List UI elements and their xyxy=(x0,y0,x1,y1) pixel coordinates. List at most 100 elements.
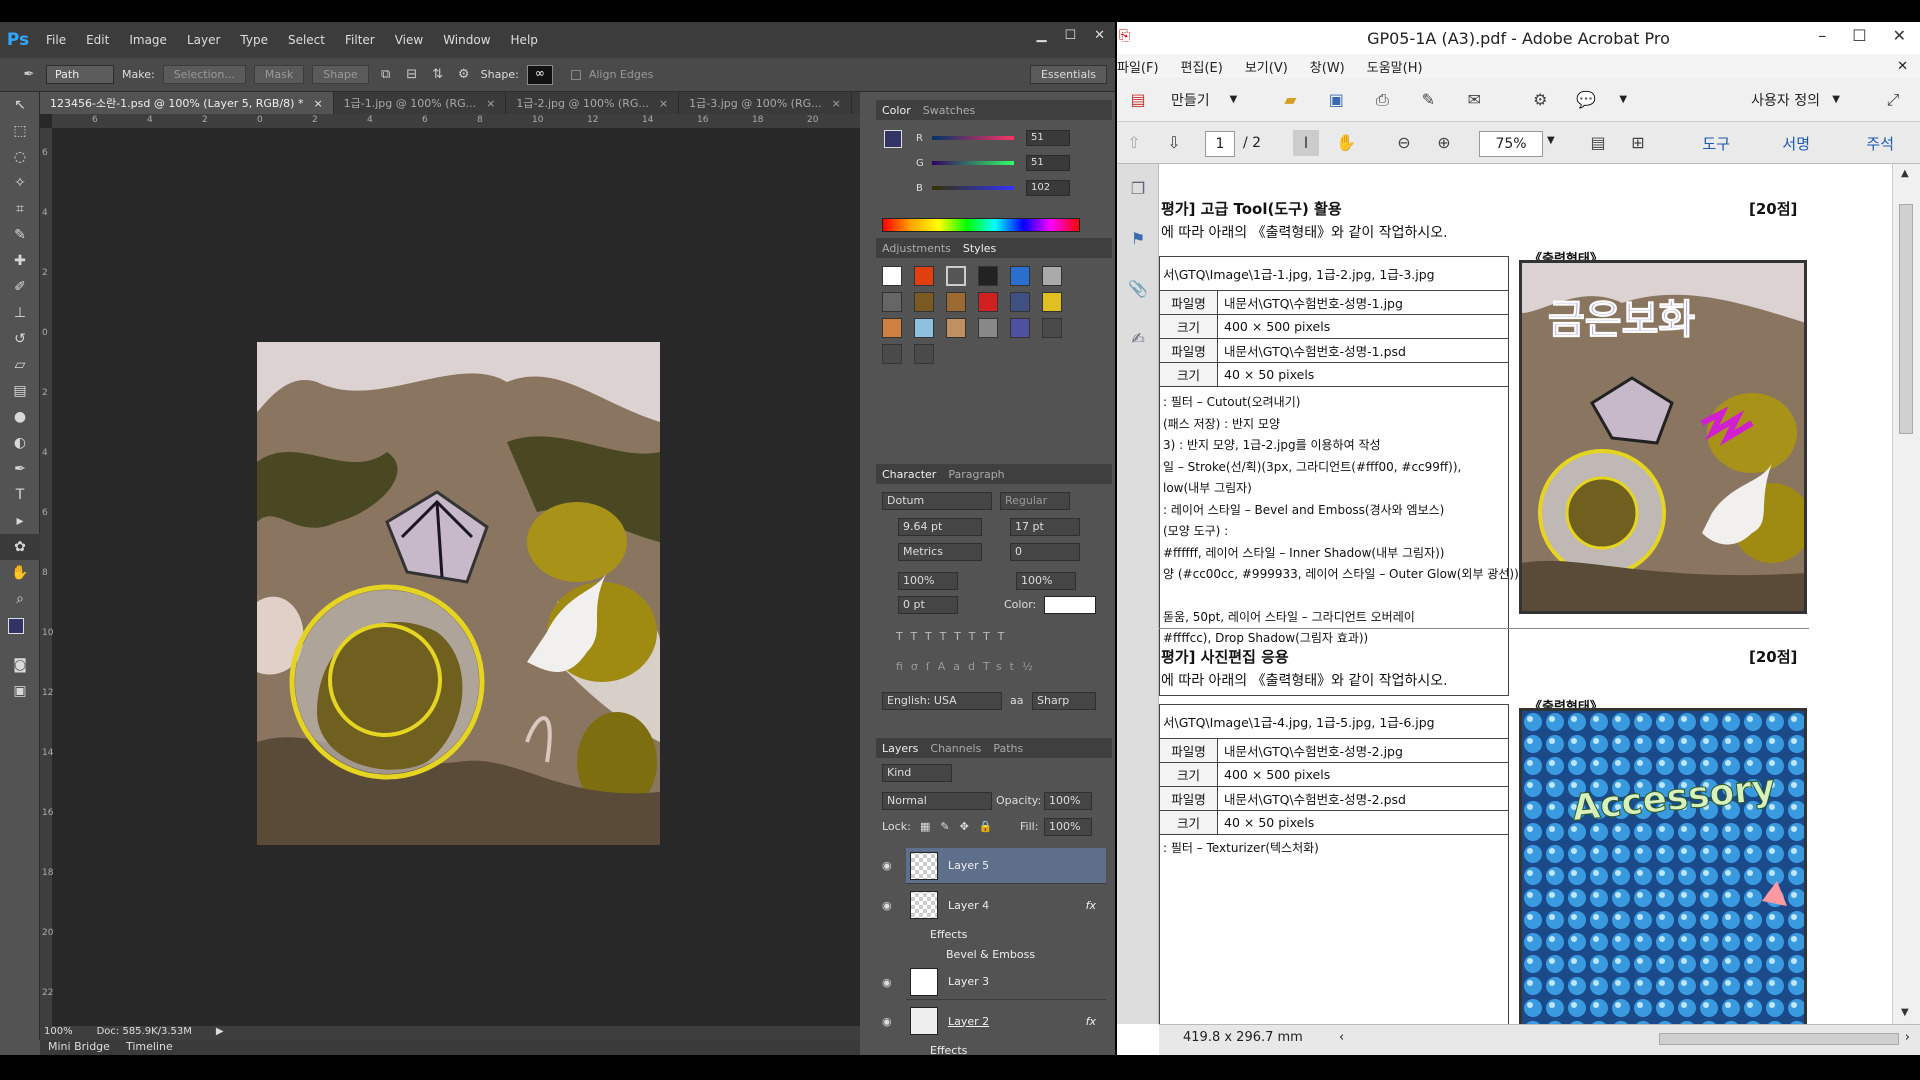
font-family-select[interactable]: Dotum xyxy=(882,492,992,510)
scroll-left-icon[interactable]: ‹ xyxy=(1339,1025,1344,1051)
visibility-eye-icon[interactable]: ◉ xyxy=(882,899,892,912)
bookmarks-icon[interactable]: ⚑ xyxy=(1125,226,1151,252)
adjustments-tab[interactable]: Adjustments xyxy=(882,242,951,255)
maximize-icon[interactable]: ☐ xyxy=(1064,28,1076,43)
quick-mask-icon[interactable]: ◙ xyxy=(0,652,40,678)
chevron-down-icon[interactable]: ▼ xyxy=(1547,135,1555,146)
color-spectrum[interactable] xyxy=(882,218,1080,232)
visibility-eye-icon[interactable]: ◉ xyxy=(882,976,892,989)
layer-row[interactable]: Layer 5 xyxy=(906,848,1106,884)
eraser-tool-icon[interactable]: ▱ xyxy=(0,352,40,378)
style-swatch[interactable] xyxy=(946,292,966,312)
close-tab-icon[interactable]: × xyxy=(832,97,841,110)
visibility-eye-icon[interactable]: ◉ xyxy=(882,1015,892,1028)
maximize-icon[interactable]: ☐ xyxy=(1852,26,1866,45)
menu-image[interactable]: Image xyxy=(119,33,177,47)
channels-tab[interactable]: Channels xyxy=(930,742,981,755)
quick-select-tool-icon[interactable]: ✧ xyxy=(0,170,40,196)
customize-button[interactable]: 사용자 정의 xyxy=(1751,90,1820,110)
hand-tool-icon[interactable]: ✋ xyxy=(0,560,40,586)
menu-window[interactable]: 창(W) xyxy=(1310,57,1345,76)
status-arrow-icon[interactable]: ▶ xyxy=(216,1026,224,1040)
style-swatch[interactable] xyxy=(978,266,998,286)
close-icon[interactable]: ✕ xyxy=(1893,26,1906,45)
gear-icon[interactable]: ⚙ xyxy=(455,66,473,84)
swatches-tab[interactable]: Swatches xyxy=(923,104,976,117)
crop-tool-icon[interactable]: ⌗ xyxy=(0,196,40,222)
style-swatch[interactable] xyxy=(1042,318,1062,338)
menu-filter[interactable]: Filter xyxy=(335,33,385,47)
minimize-icon[interactable]: ▁ xyxy=(1036,28,1046,43)
path-alignment-icon[interactable]: ⊟ xyxy=(403,66,421,84)
layer-filter-select[interactable]: Kind xyxy=(882,764,952,782)
stamp-tool-icon[interactable]: ⊥ xyxy=(0,300,40,326)
signatures-icon[interactable]: ✍ xyxy=(1125,326,1151,352)
mini-bridge-tab[interactable]: Mini Bridge xyxy=(48,1040,110,1055)
comment-pane-button[interactable]: 주석 xyxy=(1866,133,1894,154)
zoom-out-icon[interactable]: ⊖ xyxy=(1391,130,1417,156)
anti-alias-select[interactable]: Sharp xyxy=(1032,692,1096,710)
workspace-switcher[interactable]: Essentials xyxy=(1029,65,1107,84)
close-icon[interactable]: ✕ xyxy=(1094,28,1105,43)
close-document-icon[interactable]: ✕ xyxy=(1897,59,1908,74)
blue-slider[interactable]: B 102 xyxy=(916,180,1070,196)
comment-bubble-icon[interactable]: 💬 xyxy=(1573,87,1599,113)
open-folder-icon[interactable]: ▰ xyxy=(1277,87,1303,113)
shape-picker[interactable]: ∞ xyxy=(526,64,553,85)
chevron-down-icon[interactable]: ▼ xyxy=(1230,94,1238,105)
document-canvas[interactable] xyxy=(257,342,660,845)
green-slider[interactable]: G 51 xyxy=(916,155,1070,171)
gradient-tool-icon[interactable]: ▤ xyxy=(0,378,40,404)
style-swatch[interactable] xyxy=(978,292,998,312)
doc-tab[interactable]: 1급-3.jpg @ 100% (RG... × xyxy=(679,92,852,114)
hand-tool-icon[interactable]: ✋ xyxy=(1333,130,1359,156)
edit-icon[interactable]: ✎ xyxy=(1415,87,1441,113)
menu-view[interactable]: View xyxy=(385,33,433,47)
selection-button[interactable]: Selection... xyxy=(162,65,246,84)
brush-tool-icon[interactable]: ✐ xyxy=(0,274,40,300)
horizontal-scrollbar-thumb[interactable] xyxy=(1659,1033,1899,1045)
style-swatch[interactable] xyxy=(1042,266,1062,286)
path-operations-icon[interactable]: ⧉ xyxy=(377,66,395,84)
chevron-down-icon[interactable]: ▼ xyxy=(1619,94,1627,105)
red-slider[interactable]: R 51 xyxy=(916,130,1070,146)
doc-tab[interactable]: 1급-1.jpg @ 100% (RG... × xyxy=(334,92,507,114)
menu-file[interactable]: File xyxy=(36,33,76,47)
menu-edit[interactable]: Edit xyxy=(76,33,119,47)
zoom-level[interactable]: 100% xyxy=(44,1026,73,1040)
paragraph-tab[interactable]: Paragraph xyxy=(948,468,1004,481)
scroll-down-icon[interactable]: ▼ xyxy=(1901,1007,1909,1018)
fit-width-icon[interactable]: ⊞ xyxy=(1625,130,1651,156)
lasso-tool-icon[interactable]: ◌ xyxy=(0,144,40,170)
text-style-buttons[interactable]: TTTTTTTT xyxy=(896,630,1012,643)
expand-icon[interactable]: ⤢ xyxy=(1880,87,1906,113)
layer-fx-icon[interactable]: fx xyxy=(1086,899,1096,912)
foreground-color[interactable] xyxy=(8,618,24,634)
marquee-tool-icon[interactable]: ⬚ xyxy=(0,118,40,144)
doc-tab-active[interactable]: 123456-소란-1.psd @ 100% (Layer 5, RGB/8) … xyxy=(40,92,334,114)
baseline-shift-field[interactable]: 0 pt xyxy=(898,596,958,614)
attachments-icon[interactable]: 📎 xyxy=(1125,276,1151,302)
color-swatches[interactable] xyxy=(0,612,39,652)
next-page-icon[interactable]: ⇩ xyxy=(1161,130,1187,156)
language-select[interactable]: English: USA xyxy=(882,692,1002,710)
font-style-select[interactable]: Regular xyxy=(1000,492,1070,510)
menu-edit[interactable]: 편집(E) xyxy=(1181,57,1223,76)
style-swatch[interactable] xyxy=(1010,292,1030,312)
style-swatch[interactable] xyxy=(978,318,998,338)
eyedropper-tool-icon[interactable]: ✎ xyxy=(0,222,40,248)
style-swatch[interactable] xyxy=(882,266,902,286)
menu-file[interactable]: 파일(F) xyxy=(1117,57,1159,76)
g-value[interactable]: 51 xyxy=(1026,155,1070,171)
sign-pane-button[interactable]: 서명 xyxy=(1782,133,1810,154)
style-swatch[interactable] xyxy=(882,344,902,364)
menu-type[interactable]: Type xyxy=(230,33,278,47)
shape-button[interactable]: Shape xyxy=(312,65,369,84)
style-swatch[interactable] xyxy=(914,292,934,312)
style-swatch[interactable] xyxy=(914,266,934,286)
style-swatch[interactable] xyxy=(882,318,902,338)
blur-tool-icon[interactable]: ● xyxy=(0,404,40,430)
scroll-right-icon[interactable]: › xyxy=(1905,1025,1910,1051)
path-select-tool-icon[interactable]: ▸ xyxy=(0,508,40,534)
opacity-field[interactable]: 100% xyxy=(1044,792,1092,810)
